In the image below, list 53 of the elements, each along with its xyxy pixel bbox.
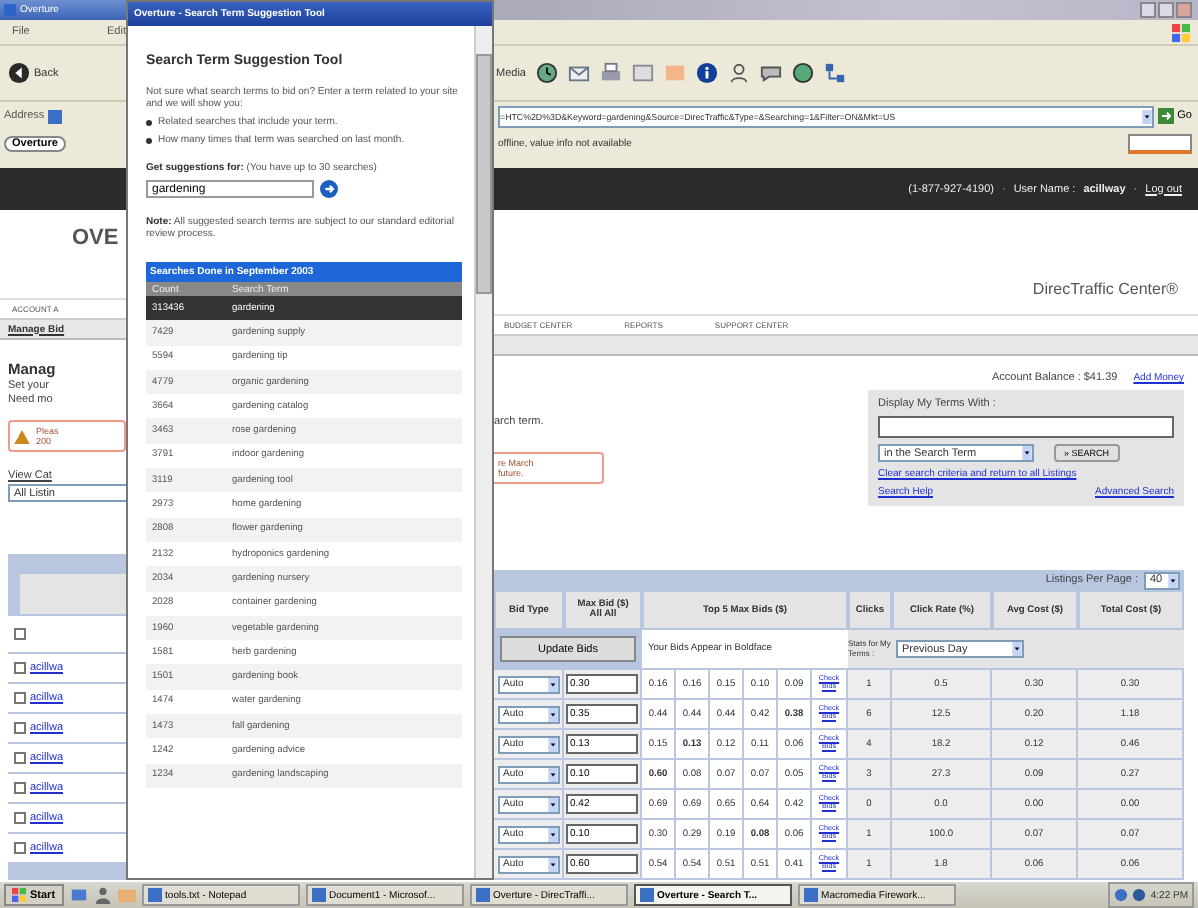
- window-icon: [639, 888, 654, 902]
- row-checkbox[interactable]: [14, 782, 26, 794]
- row-checkbox[interactable]: [14, 722, 26, 734]
- print-icon[interactable]: [599, 62, 622, 84]
- maximize-button[interactable]: [1158, 2, 1174, 18]
- row-checkbox[interactable]: [14, 842, 26, 854]
- window-icon: [803, 888, 818, 902]
- dropdown-arrow-icon[interactable]: [1012, 642, 1022, 656]
- dropdown-arrow-icon[interactable]: [547, 707, 557, 721]
- row-checkbox[interactable]: [14, 692, 26, 704]
- row-checkbox[interactable]: [14, 812, 26, 824]
- info-icon[interactable]: [695, 62, 718, 84]
- arrow-icon: [1157, 108, 1174, 124]
- page-icon: [48, 109, 63, 123]
- window-icon: [147, 888, 162, 902]
- scrollbar[interactable]: [474, 26, 492, 878]
- desktop-icon[interactable]: [69, 886, 88, 904]
- person-icon[interactable]: [727, 62, 750, 84]
- product-title: DirecTraffic Center®: [1032, 280, 1178, 298]
- site-header-bar: [0, 168, 126, 210]
- window-icon: [311, 888, 326, 902]
- search-box[interactable]: [1128, 134, 1192, 154]
- dropdown-arrow-icon[interactable]: [547, 677, 557, 691]
- dropdown-arrow-icon[interactable]: [1141, 109, 1152, 123]
- warning-icon: [14, 429, 30, 443]
- minimize-button[interactable]: [1140, 2, 1156, 18]
- select-all-checkbox[interactable]: [14, 628, 26, 640]
- mail-icon[interactable]: [567, 62, 590, 84]
- row-checkbox[interactable]: [14, 662, 26, 674]
- go-button[interactable]: [320, 180, 338, 198]
- dropdown-arrow-icon[interactable]: [547, 857, 557, 871]
- windows-logo-icon: [1172, 23, 1190, 41]
- dropdown-arrow-icon[interactable]: [1168, 573, 1178, 587]
- globe-icon[interactable]: [791, 62, 814, 84]
- edit-icon[interactable]: [631, 62, 654, 84]
- chat-icon[interactable]: [759, 62, 782, 84]
- row-checkbox[interactable]: [14, 752, 26, 764]
- bullet-icon: [146, 119, 152, 125]
- header-cell: [20, 574, 126, 614]
- bullet-icon: [146, 137, 152, 143]
- term-field[interactable]: [878, 416, 1174, 438]
- history-icon[interactable]: [535, 62, 558, 84]
- network-icon[interactable]: [823, 62, 846, 84]
- site-logo: OVE: [72, 226, 119, 254]
- dropdown-arrow-icon[interactable]: [547, 767, 557, 781]
- dropdown-arrow-icon[interactable]: [547, 827, 557, 841]
- person-icon[interactable]: [93, 886, 112, 904]
- dropdown-arrow-icon[interactable]: [547, 797, 557, 811]
- browser-icon: [4, 4, 16, 16]
- window-icon: [475, 888, 490, 902]
- windows-logo-icon: [12, 888, 26, 902]
- dropdown-arrow-icon[interactable]: [1022, 446, 1032, 460]
- dropdown-arrow-icon[interactable]: [547, 737, 557, 751]
